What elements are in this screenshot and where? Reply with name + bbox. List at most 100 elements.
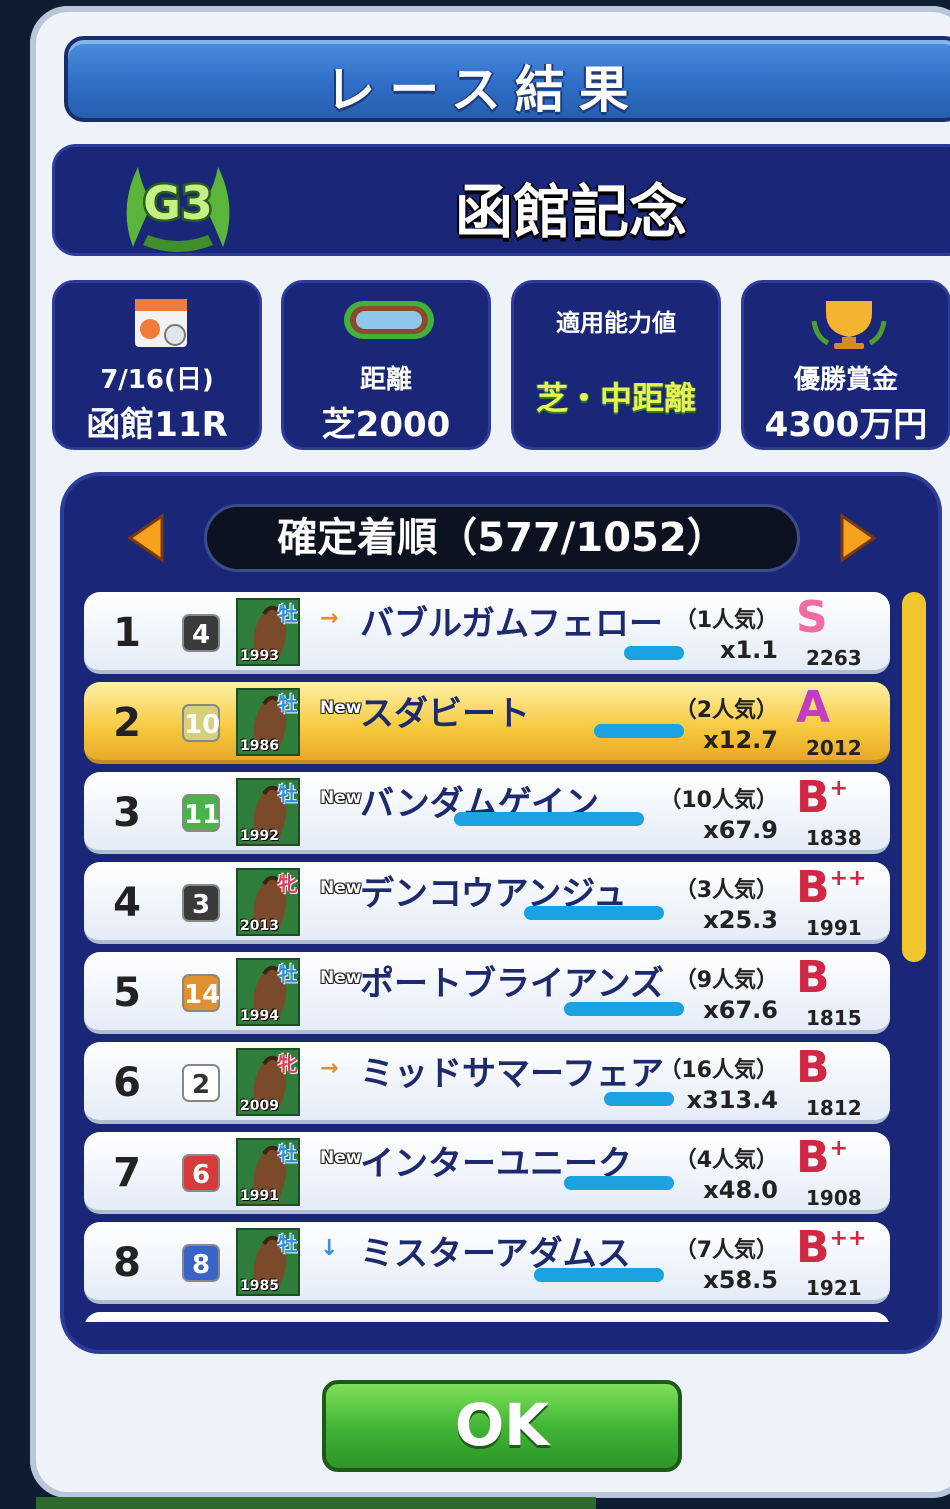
prize-label: 優勝賞金: [793, 365, 898, 395]
page-title: レース結果: [325, 61, 643, 119]
redaction-mark: [624, 646, 684, 660]
ability-card: 適用能力値 芝・中距離: [511, 280, 721, 450]
result-row[interactable]: 8 8 牡 1985 ↓ ミスターアダムス （7人気） x58.5 B++ 1921: [84, 1222, 890, 1304]
gate-number: 6: [182, 1154, 220, 1192]
race-name-box: G3 函館記念: [52, 144, 950, 256]
next-arrow-icon[interactable]: [838, 512, 878, 564]
rank-modifier: ++: [829, 1226, 867, 1251]
redaction-mark: [454, 812, 644, 826]
odds: x12.7: [703, 726, 778, 754]
place-number: 8: [113, 1240, 141, 1286]
odds: x67.9: [703, 816, 778, 844]
results-list[interactable]: 1 4 牡 1993 → バブルガムフェロー （1人気） x1.1 S 2263 2 10 牡 1986 N…: [84, 592, 890, 1322]
horse-sex: 牡: [278, 1142, 298, 1166]
gate-number: 2: [182, 1064, 220, 1102]
popularity: （9人気）: [674, 968, 778, 993]
redaction-mark: [594, 724, 684, 738]
horse-year: 2009: [240, 1098, 279, 1114]
grade-label: G3: [143, 176, 213, 230]
trend-indicator: →: [320, 606, 339, 631]
rank-grade: B+: [796, 1132, 848, 1183]
rating-score: 1921: [806, 1276, 862, 1300]
rank-modifier: +: [829, 1136, 848, 1161]
rank-letter: B: [796, 1222, 830, 1273]
popularity: （16人気）: [659, 1058, 778, 1083]
gate-number: 14: [182, 974, 220, 1012]
title-bar: レース結果: [64, 36, 950, 122]
horse-sex: 牡: [278, 602, 298, 626]
horse-sex: 牡: [278, 782, 298, 806]
distance-card: 距離 芝2000: [281, 280, 491, 450]
trend-indicator: New: [320, 1148, 362, 1168]
grade-badge-icon: G3: [126, 167, 230, 252]
prize-card: 優勝賞金 4300万円: [741, 280, 950, 450]
place-number: 3: [113, 790, 141, 836]
trend-indicator: New: [320, 698, 362, 718]
rating-score: 2263: [806, 646, 862, 670]
rating-score: 1908: [806, 1186, 862, 1210]
redaction-mark: [604, 1092, 674, 1106]
horse-portrait: 牝 2009: [236, 1048, 300, 1116]
horse-sex: 牝: [278, 872, 298, 896]
popularity: （7人気）: [674, 1238, 778, 1263]
result-row[interactable]: 1 4 牡 1993 → バブルガムフェロー （1人気） x1.1 S 2263: [84, 592, 890, 674]
redaction-mark: [564, 1002, 684, 1016]
popularity: （10人気）: [659, 788, 778, 813]
result-row[interactable]: 4 3 牝 2013 New デンコウアンジュ （3人気） x25.3 B++ 1991: [84, 862, 890, 944]
rank-grade: B++: [796, 862, 866, 913]
horse-name: スダビート: [360, 694, 530, 734]
horse-year: 1985: [240, 1278, 279, 1294]
race-venue: 函館11R: [86, 405, 228, 445]
rating-score: 1838: [806, 826, 862, 850]
track-icon: [344, 301, 434, 339]
rating-score: 1815: [806, 1006, 862, 1030]
odds: x48.0: [703, 1176, 778, 1204]
horse-name: ミッドサマーフェア: [360, 1054, 664, 1094]
horse-name: ポートブライアンズ: [360, 964, 664, 1004]
trend-indicator: New: [320, 878, 362, 898]
popularity: （4人気）: [674, 1148, 778, 1173]
ability-value: 芝・中距離: [535, 379, 696, 417]
result-row[interactable]: [84, 1312, 890, 1322]
ok-button[interactable]: OK: [322, 1380, 682, 1472]
horse-portrait: 牡 1992: [236, 778, 300, 846]
scrollbar[interactable]: [902, 592, 926, 962]
result-row[interactable]: 3 11 牡 1992 New バンダムゲイン （10人気） x67.9 B+ 1838: [84, 772, 890, 854]
distance-label: 距離: [359, 365, 412, 395]
rank-modifier: +: [829, 776, 848, 801]
rank-letter: S: [796, 592, 828, 643]
race-date: 7/16(日): [100, 365, 214, 395]
place-number: 2: [113, 700, 141, 746]
popularity: （3人気）: [674, 878, 778, 903]
ability-label: 適用能力値: [556, 309, 676, 337]
prev-arrow-icon[interactable]: [126, 512, 166, 564]
rank-grade: B+: [796, 772, 848, 823]
redaction-mark: [524, 906, 664, 920]
horse-name: バブルガムフェロー: [360, 604, 663, 644]
distance-value: 芝2000: [321, 405, 451, 445]
trend-indicator: →: [320, 1056, 339, 1081]
date-card: 7/16(日) 函館11R: [52, 280, 262, 450]
odds: x25.3: [703, 906, 778, 934]
trend-indicator: ↓: [320, 1236, 339, 1261]
gate-number: 11: [182, 794, 220, 832]
horse-portrait: 牡 1986: [236, 688, 300, 756]
odds: x1.1: [720, 636, 778, 664]
place-number: 6: [113, 1060, 141, 1106]
horse-year: 1993: [240, 648, 279, 664]
horse-year: 1986: [240, 738, 279, 754]
horse-year: 2013: [240, 918, 279, 934]
rank-grade: B++: [796, 1222, 866, 1273]
redaction-mark: [564, 1176, 674, 1190]
rank-letter: B: [796, 772, 830, 823]
horse-portrait: 牝 2013: [236, 868, 300, 936]
result-row[interactable]: 7 6 牡 1991 New インターユニーク （4人気） x48.0 B+ 1908: [84, 1132, 890, 1214]
rank-letter: B: [796, 862, 830, 913]
rank-modifier: ++: [829, 866, 867, 891]
result-row[interactable]: 2 10 牡 1986 New スダビート （2人気） x12.7 A 2012: [84, 682, 890, 764]
result-row[interactable]: 5 14 牡 1994 New ポートブライアンズ （9人気） x67.6 B 1815: [84, 952, 890, 1034]
rating-score: 1991: [806, 916, 862, 940]
horse-year: 1991: [240, 1188, 279, 1204]
trophy-icon: [811, 301, 887, 349]
result-row[interactable]: 6 2 牝 2009 → ミッドサマーフェア （16人気） x313.4 B 1812: [84, 1042, 890, 1124]
